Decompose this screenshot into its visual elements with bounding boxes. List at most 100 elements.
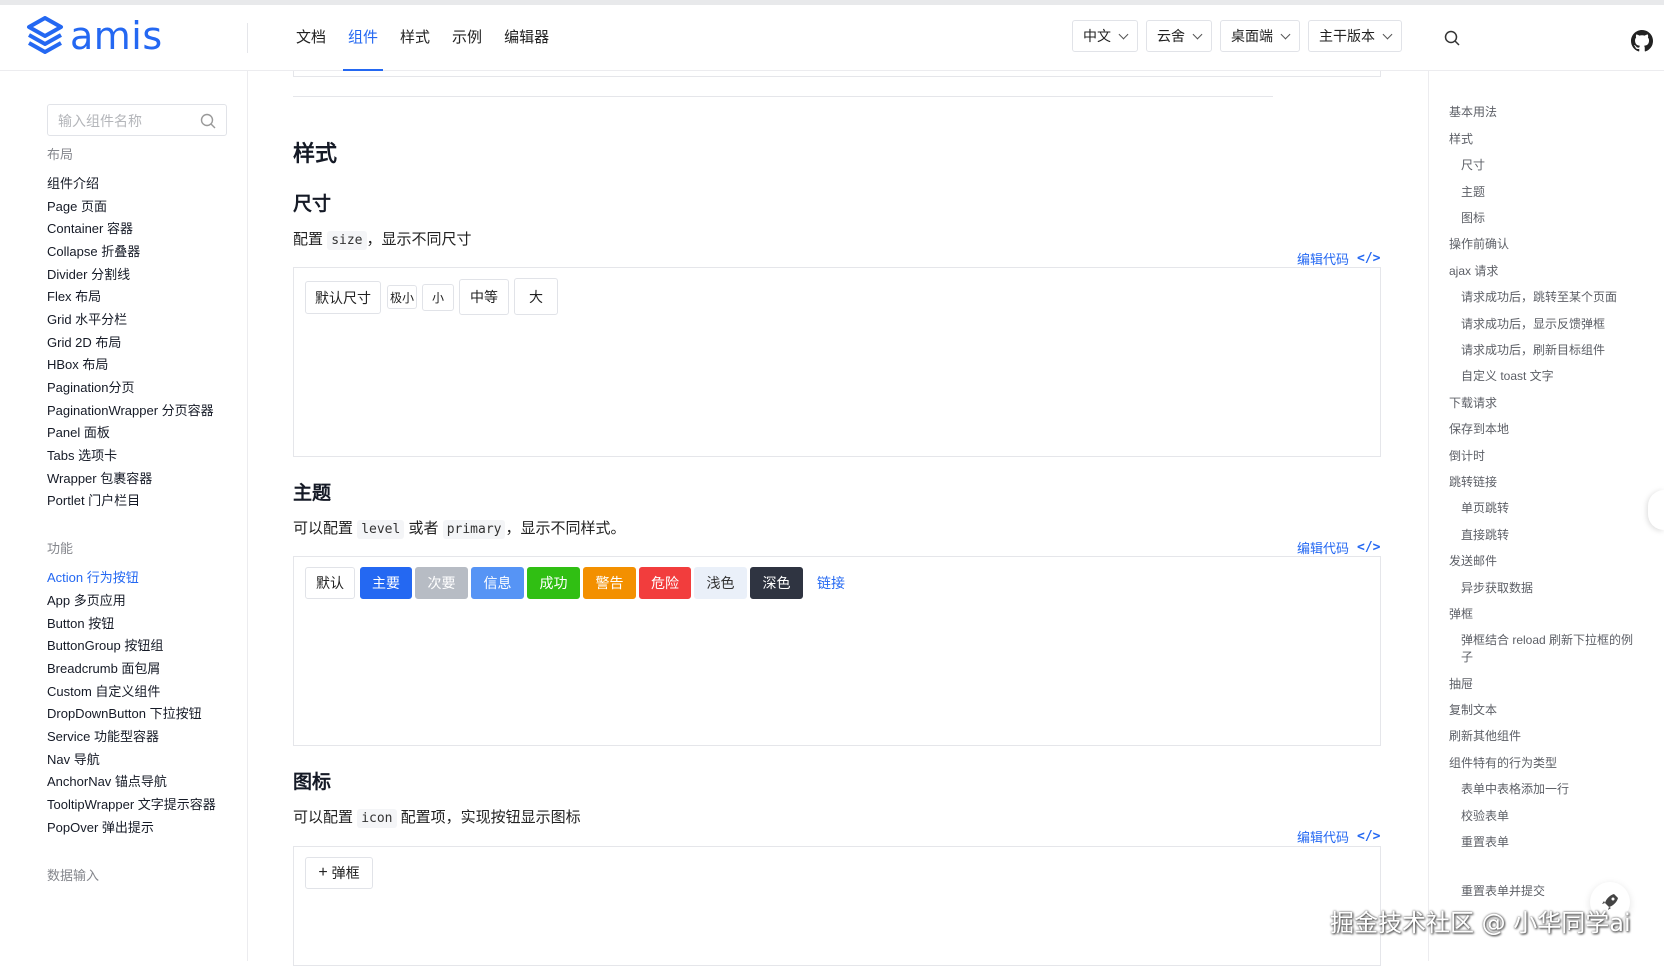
button-sm[interactable]: 小 xyxy=(422,284,454,311)
toc-item[interactable]: 异步获取数据 xyxy=(1461,580,1533,597)
button-md[interactable]: 中等 xyxy=(459,279,509,315)
sidebar-item[interactable]: Service 功能型容器 xyxy=(47,726,159,745)
version-select[interactable]: 主干版本 xyxy=(1308,20,1402,52)
toc-item[interactable]: 重置表单并提交 xyxy=(1461,883,1545,900)
button-default-size[interactable]: 默认尺寸 xyxy=(305,281,381,314)
toc-item[interactable]: ajax 请求 xyxy=(1449,263,1498,280)
sidebar-item[interactable]: Page 页面 xyxy=(47,196,107,215)
toc-item[interactable]: 跳转链接 xyxy=(1449,474,1497,491)
button-danger[interactable]: 危险 xyxy=(639,567,691,599)
toc-item[interactable]: 请求成功后，刷新目标组件 xyxy=(1461,342,1605,359)
toc-item[interactable]: 组件特有的行为类型 xyxy=(1449,755,1557,772)
button-xs[interactable]: 极小 xyxy=(387,285,417,309)
sidebar-item[interactable]: Wrapper 包裹容器 xyxy=(47,468,152,487)
nav-editor[interactable]: 编辑器 xyxy=(504,5,549,71)
component-search[interactable] xyxy=(47,104,227,136)
sidebar-item[interactable]: Divider 分割线 xyxy=(47,264,130,283)
toc-item[interactable]: 发送邮件 xyxy=(1449,553,1497,570)
toc-item[interactable]: 操作前确认 xyxy=(1449,236,1509,253)
button-light[interactable]: 浅色 xyxy=(694,567,747,599)
sidebar-item[interactable]: Nav 导航 xyxy=(47,749,100,768)
language-select[interactable]: 中文 xyxy=(1072,20,1138,52)
button-warning[interactable]: 警告 xyxy=(583,567,636,599)
toc-item[interactable]: 保存到本地 xyxy=(1449,421,1509,438)
toc-item[interactable]: 下载请求 xyxy=(1449,395,1497,412)
button-dialog[interactable]: + 弹框 xyxy=(305,857,373,889)
sidebar-item[interactable]: AnchorNav 锚点导航 xyxy=(47,771,167,790)
sidebar-item[interactable]: Tabs 选项卡 xyxy=(47,445,117,464)
edit-code-button[interactable]: 编辑代码 </> xyxy=(1297,249,1381,268)
toc-item[interactable]: 校验表单 xyxy=(1461,808,1509,825)
sidebar-item[interactable]: HBox 布局 xyxy=(47,354,108,373)
toc-item[interactable]: 子 xyxy=(1461,649,1473,666)
toc-item[interactable]: 复制文本 xyxy=(1449,702,1497,719)
sidebar-item[interactable]: DropDownButton 下拉按钮 xyxy=(47,703,202,722)
button-dark[interactable]: 深色 xyxy=(750,567,803,599)
toc-item[interactable]: 基本用法 xyxy=(1449,104,1497,121)
toc-item[interactable]: 图标 xyxy=(1461,210,1485,227)
sidebar-item[interactable]: Grid 水平分栏 xyxy=(47,309,127,328)
sidebar-item[interactable]: Breadcrumb 面包屑 xyxy=(47,658,160,677)
sidebar-item[interactable]: Button 按钮 xyxy=(47,613,114,632)
nav-examples[interactable]: 示例 xyxy=(452,5,482,71)
toc-item[interactable]: 倒计时 xyxy=(1449,448,1485,465)
sidebar-item[interactable]: 组件介绍 xyxy=(47,173,99,192)
toc-item[interactable]: 请求成功后，跳转至某个页面 xyxy=(1461,289,1617,306)
toc-item[interactable]: 抽屉 xyxy=(1449,676,1473,693)
button-primary[interactable]: 主要 xyxy=(360,567,412,599)
toc-item[interactable]: 刷新其他组件 xyxy=(1449,728,1521,745)
sidebar-item[interactable]: TooltipWrapper 文字提示容器 xyxy=(47,794,216,813)
button-default[interactable]: 默认 xyxy=(305,567,355,599)
search-icon[interactable] xyxy=(1444,30,1460,46)
toc-item[interactable]: 重置表单 xyxy=(1461,834,1509,851)
sidebar-item[interactable]: Grid 2D 布局 xyxy=(47,332,121,351)
button-success[interactable]: 成功 xyxy=(527,567,580,599)
sidebar-item[interactable]: App 多页应用 xyxy=(47,590,126,609)
sidebar: 布局 组件介绍 Page 页面 Container 容器 Collapse 折叠… xyxy=(0,71,248,961)
component-search-input[interactable] xyxy=(58,111,198,131)
toc-item[interactable]: 弹框 xyxy=(1449,606,1473,623)
sidebar-item[interactable]: PaginationWrapper 分页容器 xyxy=(47,400,214,419)
demo-box-size: 默认尺寸 极小 小 中等 大 xyxy=(293,267,1381,457)
logo[interactable]: amis xyxy=(26,16,163,56)
toc-item[interactable]: 直接跳转 xyxy=(1461,527,1509,544)
button-secondary[interactable]: 次要 xyxy=(415,567,468,599)
button-lg[interactable]: 大 xyxy=(514,278,558,315)
button-info[interactable]: 信息 xyxy=(471,567,524,599)
toc-item[interactable]: 请求成功后，显示反馈弹框 xyxy=(1461,316,1605,333)
search-icon[interactable] xyxy=(200,113,216,129)
sidebar-item[interactable]: Portlet 门户栏目 xyxy=(47,490,140,509)
platform-select[interactable]: 桌面端 xyxy=(1220,20,1300,52)
header-divider xyxy=(247,23,248,53)
nav-docs[interactable]: 文档 xyxy=(296,5,326,71)
sidebar-item[interactable]: Custom 自定义组件 xyxy=(47,681,160,700)
sidebar-item[interactable]: ButtonGroup 按钮组 xyxy=(47,635,163,654)
button-link[interactable]: 链接 xyxy=(806,567,856,599)
sidebar-item[interactable]: Pagination分页 xyxy=(47,377,134,396)
edit-code-label: 编辑代码 xyxy=(1297,541,1350,556)
toc-item[interactable]: 样式 xyxy=(1449,131,1473,148)
toc-item[interactable]: 尺寸 xyxy=(1461,157,1485,174)
sidebar-item[interactable]: PopOver 弹出提示 xyxy=(47,817,154,836)
desc-text: 可以配置 xyxy=(293,809,354,826)
sidebar-item[interactable]: Collapse 折叠器 xyxy=(47,241,140,260)
edit-code-button[interactable]: 编辑代码 </> xyxy=(1297,538,1381,557)
toc-item[interactable]: 主题 xyxy=(1461,184,1485,201)
button-dialog-label: 弹框 xyxy=(331,865,360,881)
sidebar-item-action[interactable]: Action 行为按钮 xyxy=(47,567,139,586)
nav-styles[interactable]: 样式 xyxy=(400,5,430,71)
theme-select[interactable]: 云舍 xyxy=(1146,20,1212,52)
sidebar-item[interactable]: Panel 面板 xyxy=(47,422,110,441)
section-title-styles: 样式 xyxy=(293,141,338,166)
github-icon[interactable] xyxy=(1631,30,1653,52)
language-select-label: 中文 xyxy=(1083,28,1111,44)
sidebar-item[interactable]: Flex 布局 xyxy=(47,286,101,305)
edit-code-button[interactable]: 编辑代码 </> xyxy=(1297,827,1381,846)
sidebar-item[interactable]: Container 容器 xyxy=(47,218,133,237)
toc-item[interactable]: 自定义 toast 文字 xyxy=(1461,368,1554,385)
toc-item[interactable]: 表单中表格添加一行 xyxy=(1461,781,1569,798)
toc-item[interactable]: 单页跳转 xyxy=(1461,500,1509,517)
nav-components[interactable]: 组件 xyxy=(343,5,384,71)
code-icon: </> xyxy=(1357,540,1381,555)
toc-item[interactable]: 弹框结合 reload 刷新下拉框的例 xyxy=(1461,632,1633,649)
